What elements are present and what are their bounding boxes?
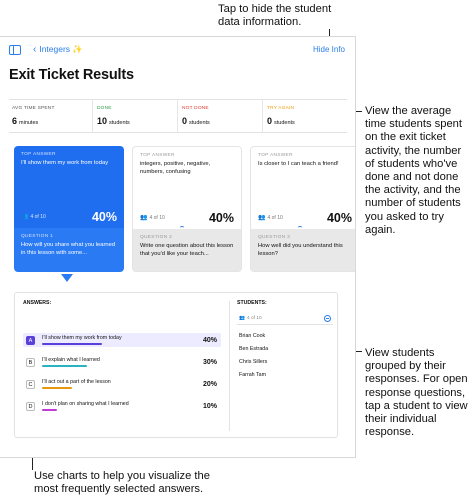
question-text: Write one question about this lesson tha… (140, 243, 234, 257)
page-title: Exit Ticket Results (9, 67, 134, 83)
answer-percent: 40% (202, 337, 217, 344)
answer-text: I'll show them my work from today (42, 335, 122, 341)
chevron-left-icon: ‹ (33, 43, 37, 55)
question-text: How well did you understand this lesson? (258, 243, 343, 257)
answer-percent: 40% (91, 210, 117, 224)
back-label: Integers ✨ (39, 44, 84, 54)
answers-heading: ANSWERS: (23, 300, 52, 306)
answer-row-c[interactable]: C I'll act out a part of the lesson 20% (23, 377, 221, 391)
question-cards: TOP ANSWER I'll show them my work from t… (14, 146, 355, 274)
stat-try-again: TRY AGAIN 0 students (262, 100, 347, 132)
answer-count: 👥 4 of 10 (21, 213, 46, 221)
answer-percent: 20% (202, 381, 217, 388)
stat-value: 0 students (267, 116, 295, 126)
answer-row-b[interactable]: B I'll explain what I learned 30% (23, 355, 221, 369)
student-name[interactable]: Brian Cook (239, 333, 265, 339)
people-icon: 👥 (239, 316, 245, 321)
answer-row-a[interactable]: A I'll show them my work from today 40% (23, 333, 221, 347)
answer-text: I'll act out a part of the lesson (42, 379, 111, 385)
stat-value: 6 minutes (12, 116, 39, 126)
stat-not-done: NOT DONE 0 students (177, 100, 262, 132)
answer-letter: D (26, 402, 35, 411)
answer-bar (42, 343, 102, 345)
top-answer-label: TOP ANSWER (140, 153, 175, 158)
answer-bar (42, 365, 87, 367)
stat-label: TRY AGAIN (267, 106, 295, 111)
people-icon: 👥 (140, 215, 148, 221)
answer-count: 👥 4 of 10 (140, 214, 165, 222)
callout-stats: View the average time students spent on … (365, 105, 463, 236)
stat-value: 0 students (182, 116, 210, 126)
question-card-2[interactable]: TOP ANSWER integers, positive, negative,… (132, 146, 242, 272)
answers-panel: ANSWERS: STUDENTS: A I'll show them my w… (14, 292, 338, 438)
question-label: QUESTION 1 (21, 234, 54, 239)
question-label: QUESTION 2 (140, 235, 173, 240)
question-text: How will you share what you learned in t… (21, 242, 116, 256)
question-card-3[interactable]: TOP ANSWER Is closer to I can teach a fr… (250, 146, 355, 272)
stat-label: DONE (97, 106, 112, 111)
student-name[interactable]: Ben Estrada (239, 346, 268, 352)
stat-value: 10 students (97, 116, 130, 126)
students-heading: STUDENTS: (237, 300, 267, 306)
callout-charts: Use charts to help you visualize the mos… (34, 470, 210, 496)
student-name[interactable]: Chris Sillers (239, 359, 267, 365)
answer-letter: C (26, 380, 35, 389)
panel-divider (229, 301, 230, 431)
answer-letter: B (26, 358, 35, 367)
top-answer-label: TOP ANSWER (21, 152, 56, 157)
answer-letter: A (26, 336, 35, 345)
sidebar-toggle-icon[interactable] (9, 45, 21, 55)
answer-percent: 10% (202, 403, 217, 410)
stat-done: DONE 10 students (92, 100, 177, 132)
answer-text: I'll explain what I learned (42, 357, 100, 363)
answer-percent: 40% (208, 211, 234, 225)
top-answer-text: Is closer to I can teach a friend! (258, 161, 339, 167)
people-icon: 👥 (258, 215, 266, 221)
loading-spinner-icon (179, 226, 185, 232)
student-name[interactable]: Farrah Tam (239, 372, 266, 378)
question-card-1[interactable]: TOP ANSWER I'll show them my work from t… (14, 146, 124, 272)
top-answer-label: TOP ANSWER (258, 153, 293, 158)
callout-students: View students grouped by their responses… (365, 347, 468, 439)
answer-bar (42, 409, 57, 411)
top-answer-text: I'll show them my work from today (21, 160, 109, 166)
stat-label: NOT DONE (182, 106, 209, 111)
top-answer-text: integers, positive, negative, numbers, c… (140, 161, 211, 175)
answer-text: I don't plan on sharing what I learned (42, 401, 129, 407)
deselect-icon[interactable] (324, 315, 331, 322)
answer-row-d[interactable]: D I don't plan on sharing what I learned… (23, 399, 221, 413)
answer-percent: 30% (202, 359, 217, 366)
answer-percent: 40% (326, 211, 352, 225)
answer-count: 👥 4 of 10 (258, 214, 283, 222)
stats-row: AVG TIME SPENT 6 minutes DONE 10 students … (9, 99, 347, 133)
students-count: 👥 4 of 10 (239, 316, 262, 321)
question-label: QUESTION 3 (258, 235, 291, 240)
navigation-bar: ‹ Integers ✨ Hide Info (0, 37, 355, 63)
stat-avg-time: AVG TIME SPENT 6 minutes (9, 100, 92, 132)
back-button[interactable]: ‹ Integers ✨ (33, 44, 83, 55)
hide-info-button[interactable]: Hide Info (313, 45, 345, 54)
exit-ticket-screen: ‹ Integers ✨ Hide Info Exit Ticket Resul… (0, 36, 356, 458)
callout-hide-info: Tap to hide the student data information… (218, 3, 332, 29)
answer-bar (42, 387, 72, 389)
students-summary: 👥 4 of 10 (237, 315, 333, 325)
stat-label: AVG TIME SPENT (12, 106, 55, 111)
people-icon: 👥 (21, 214, 29, 220)
loading-spinner-icon (297, 226, 303, 232)
selected-card-pointer (61, 274, 73, 282)
